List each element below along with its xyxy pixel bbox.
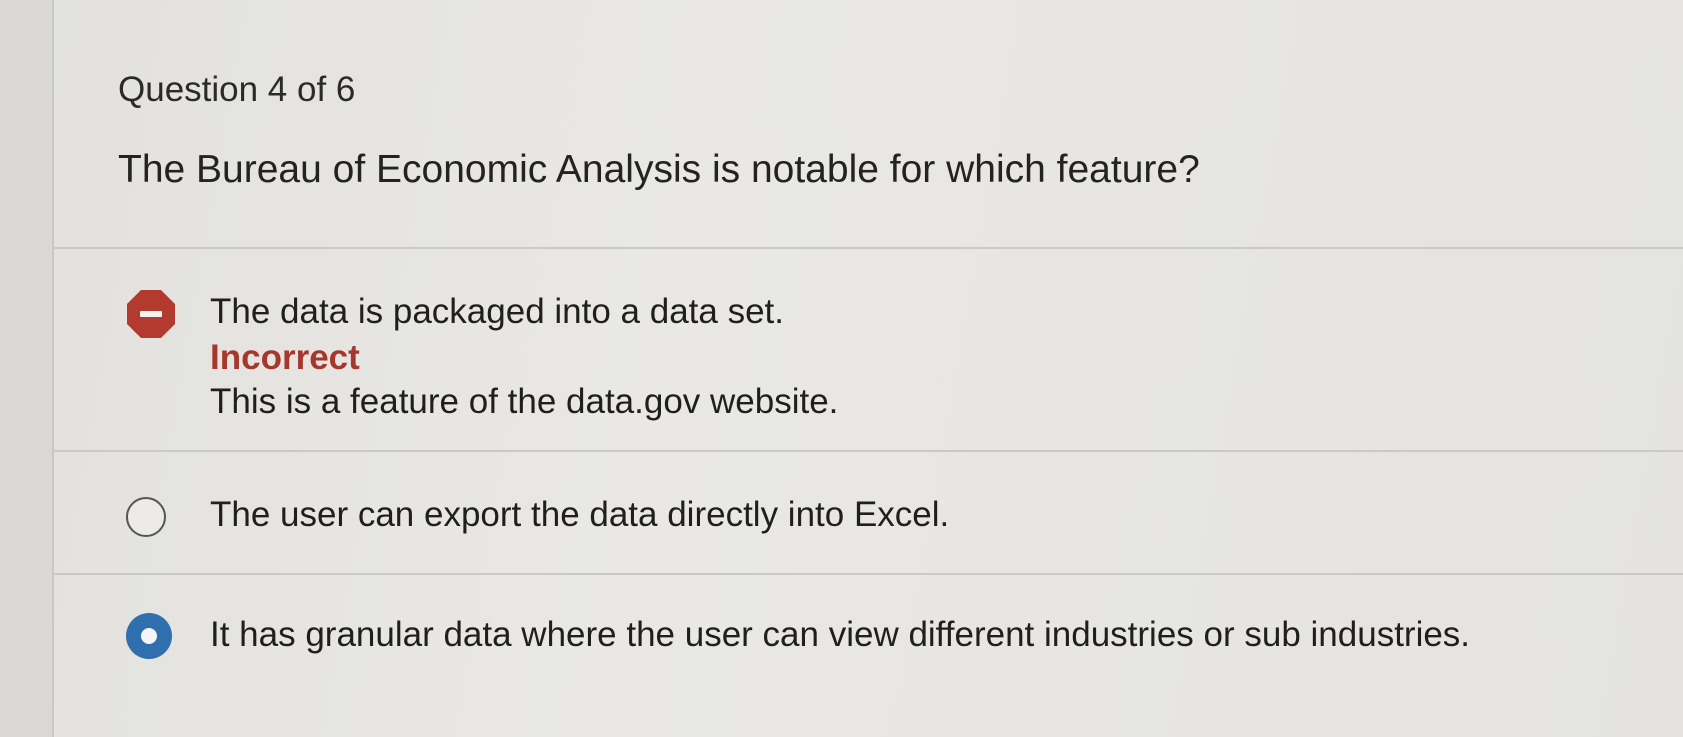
feedback-text: This is a feature of the data.gov websit…	[210, 382, 839, 421]
feedback-status: Incorrect	[210, 338, 360, 377]
question-prompt: The Bureau of Economic Analysis is notab…	[118, 148, 1200, 191]
answer-option-3-label: It has granular data where the user can …	[210, 615, 1471, 654]
answer-option-2[interactable]: The user can export the data directly in…	[54, 452, 1683, 572]
answer-option-2-label: The user can export the data directly in…	[210, 495, 950, 534]
question-counter: Question 4 of 6	[118, 70, 356, 109]
answer-option-1[interactable]: The data is packaged into a data set. In…	[54, 249, 1683, 449]
incorrect-stop-icon	[126, 289, 176, 344]
left-edge-panel	[0, 0, 54, 737]
radio-selected-icon[interactable]	[126, 613, 172, 659]
answer-option-1-label: The data is packaged into a data set.	[210, 292, 784, 331]
answer-option-3[interactable]: It has granular data where the user can …	[54, 575, 1683, 737]
radio-empty-icon[interactable]	[126, 497, 166, 537]
question-card: Question 4 of 6 The Bureau of Economic A…	[54, 0, 1683, 737]
answer-option-1-text: The data is packaged into a data set. In…	[210, 289, 838, 425]
